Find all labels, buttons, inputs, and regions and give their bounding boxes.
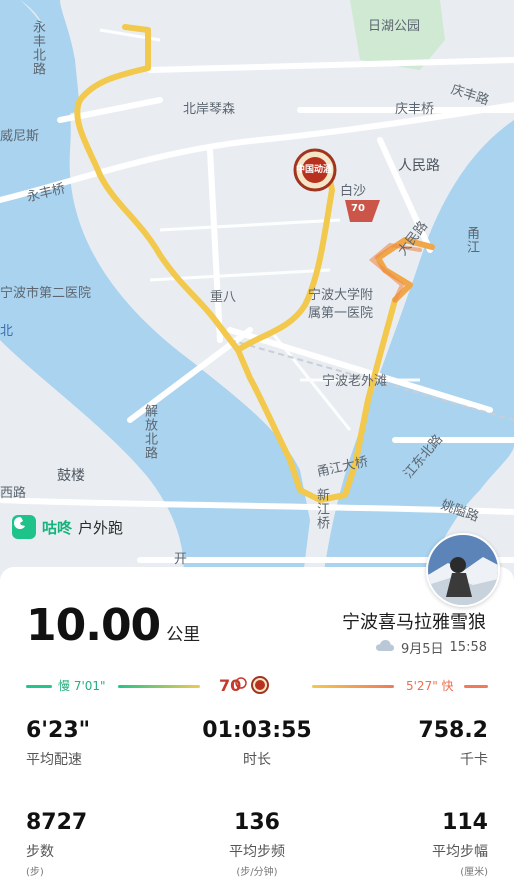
avatar[interactable]	[426, 533, 500, 607]
stat-stride: 114 平均步幅 (厘米)	[432, 810, 488, 878]
steps-label: 步数	[26, 844, 54, 860]
event-logo: 70	[219, 674, 273, 696]
app-name: 咕咚	[42, 518, 73, 537]
map-label-yongjiang: 甬江	[464, 226, 479, 254]
stat-calories: 758.2 千卡	[418, 718, 488, 769]
gudong-logo-icon	[12, 515, 36, 539]
stride-unit: (厘米)	[460, 867, 488, 878]
map-label-yongfeng-north: 永丰北路	[30, 20, 45, 76]
map-label-ndfy-line1: 宁波大学附	[308, 288, 374, 303]
map-label-second-hospital: 宁波市第二医院	[0, 286, 92, 301]
cadence-value: 136	[234, 810, 280, 835]
pace-legend: 慢 7'01" 70 5'27" 快	[26, 672, 488, 700]
stat-duration: 01:03:55 时长	[202, 718, 311, 769]
stat-steps: 8727 步数 (步)	[26, 810, 87, 878]
distance-value: 10.00	[26, 600, 161, 651]
map-label-north-edge: 北	[0, 324, 14, 339]
stat-avg-pace: 6'23" 平均配速	[26, 718, 90, 769]
duration-value: 01:03:55	[202, 718, 312, 743]
calories-label: 千卡	[460, 752, 488, 768]
distance-unit: 公里	[166, 625, 201, 645]
avg-pace-value: 6'23"	[26, 718, 91, 743]
map-label-ndfy-line2: 属第一医院	[308, 306, 374, 321]
calories-value: 758.2	[418, 718, 488, 743]
map-label-baisha: 白沙	[340, 184, 367, 199]
map-label-gulou: 鼓楼	[57, 468, 85, 484]
map-label-beian-qinsen: 北岸琴森	[183, 102, 236, 117]
fast-pace-label: 5'27" 快	[406, 679, 454, 693]
map-label-xinjiang-bridge: 新江桥	[314, 488, 329, 530]
route-map[interactable]: 日湖公园 永丰北路 北岸琴森 庆丰桥 庆丰路 威尼斯 人民路 永丰桥 白沙 大民…	[0, 0, 514, 600]
cadence-label: 平均步频	[229, 844, 285, 860]
user-name[interactable]: 宁波喜马拉雅雪狼	[342, 608, 486, 634]
fast-gradient-line	[312, 685, 394, 688]
map-label-laowaitan: 宁波老外滩	[322, 374, 388, 389]
map-label-weinisi: 威尼斯	[0, 129, 40, 144]
avg-pace-label: 平均配速	[26, 752, 82, 768]
map-label-qingfeng-bridge: 庆丰桥	[395, 102, 435, 117]
map-label-jiefang-north: 解放北路	[142, 404, 157, 460]
activity-mode: 户外跑	[78, 518, 124, 537]
stride-value: 114	[442, 810, 488, 835]
distance-display: 10.00 公里	[26, 600, 200, 651]
slow-pace-dash	[26, 685, 52, 688]
cloud-icon	[375, 639, 395, 656]
activity-date: 9月5日	[400, 642, 444, 657]
slow-gradient-line	[118, 685, 200, 688]
fast-pace-dash	[464, 685, 488, 688]
steps-unit: (步)	[26, 867, 44, 878]
map-label-rihu-park: 日湖公园	[368, 19, 421, 34]
steps-value: 8727	[26, 810, 88, 835]
anniversary-badge: 70	[351, 203, 365, 214]
stride-label: 平均步幅	[432, 844, 488, 860]
map-label-zhongba: 重八	[210, 290, 237, 305]
map-label-renmin-road: 人民路	[398, 158, 440, 174]
activity-time: 15:58	[449, 640, 487, 655]
app-badge: 咕咚 户外跑	[12, 515, 123, 539]
cadence-unit: (步/分钟)	[236, 867, 278, 878]
duration-label: 时长	[242, 752, 271, 768]
slow-pace-label: 慢 7'01"	[58, 679, 106, 693]
map-label-xi-road: 西路	[0, 486, 27, 501]
stat-cadence: 136 平均步频 (步/分钟)	[229, 810, 285, 878]
route-start-badge: 中国动酒	[296, 165, 333, 175]
activity-meta: 9月5日 15:58	[375, 638, 487, 657]
map-label-kai: 开	[174, 552, 188, 567]
